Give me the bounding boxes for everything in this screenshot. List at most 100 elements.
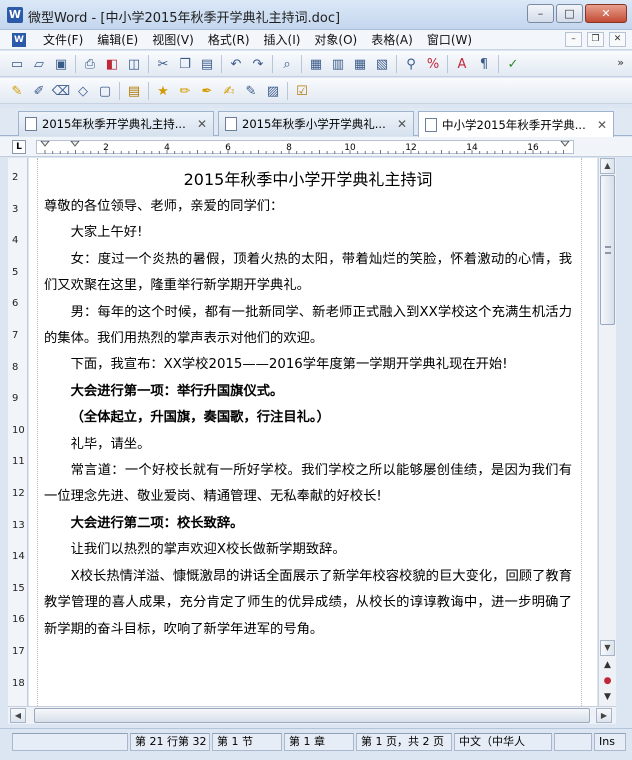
number-button[interactable]: ▦: [305, 54, 327, 74]
previous-page-button[interactable]: ▲: [600, 658, 615, 672]
tab-document-2[interactable]: 2015年秋季小学开学典礼... ✕: [218, 111, 414, 136]
document-page[interactable]: 2015年秋季中小学开学典礼主持词 尊敬的各位领导、老师，亲爱的同学们： 大家上午…: [29, 158, 597, 706]
columns-button[interactable]: ▧: [371, 54, 393, 74]
vertical-ruler-number: 5: [12, 266, 19, 278]
open-icon: ▱: [34, 56, 44, 72]
preview-button[interactable]: ◫: [123, 54, 145, 74]
review-button[interactable]: ☑: [291, 81, 313, 101]
window-title: 微型Word - [中小学2015年秋季开学典礼主持词.doc]: [28, 11, 341, 26]
menu-item-7[interactable]: 窗口(W): [420, 32, 479, 48]
marker-button[interactable]: ✍: [218, 81, 240, 101]
style-button[interactable]: ¶: [473, 54, 495, 74]
spellcheck-icon: ✓: [507, 56, 519, 72]
menu-item-2[interactable]: 视图(V): [145, 32, 201, 48]
horizontal-ruler[interactable]: 2 4 6 8 10 12 14 16: [36, 140, 574, 154]
zoom-button[interactable]: ⚲: [400, 54, 422, 74]
menu-item-3[interactable]: 格式(R): [201, 32, 257, 48]
maximize-button[interactable]: □: [556, 4, 583, 23]
menu-item-6[interactable]: 表格(A): [364, 32, 420, 48]
menu-item-1[interactable]: 编辑(E): [90, 32, 145, 48]
menu-item-0[interactable]: 文件(F): [36, 32, 90, 48]
doc-minimize-button[interactable]: –: [565, 32, 582, 47]
tab-document-1[interactable]: 2015年秋季开学典礼主持... ✕: [18, 111, 214, 136]
horizontal-scroll-thumb[interactable]: [34, 708, 590, 723]
horizontal-scrollbar[interactable]: ◀ ▶: [8, 706, 616, 724]
tab-close-icon[interactable]: ✕: [397, 117, 407, 131]
open-button[interactable]: ▱: [28, 54, 50, 74]
cut-button[interactable]: ✂: [152, 54, 174, 74]
paste-button[interactable]: ▤: [196, 54, 218, 74]
scroll-right-button[interactable]: ▶: [596, 708, 612, 723]
double-down-icon: ▼: [604, 692, 611, 702]
scroll-down-button[interactable]: ▼: [600, 640, 615, 656]
next-page-button[interactable]: ▼: [600, 690, 615, 704]
vertical-ruler[interactable]: 2 3 4 5 6 7 8 9 10 11 12 13 14 15 16 17 18: [8, 158, 28, 706]
document-menu-icon[interactable]: W: [12, 33, 26, 47]
table-icon: ▦: [353, 56, 367, 72]
pdf-button[interactable]: ◧: [101, 54, 123, 74]
tab-stop-selector[interactable]: L: [12, 140, 26, 154]
erase-button[interactable]: ⌫: [50, 81, 72, 101]
spellcheck-button[interactable]: ✓: [502, 54, 524, 74]
word-app-icon[interactable]: W: [7, 7, 23, 23]
copy-button[interactable]: ❐: [174, 54, 196, 74]
percent-button[interactable]: %: [422, 54, 444, 74]
ruler-number: 2: [103, 143, 109, 153]
print-button[interactable]: ⎙: [79, 54, 101, 74]
find-button[interactable]: ⌕: [276, 54, 298, 74]
highlight-button[interactable]: ✎: [6, 81, 28, 101]
scroll-left-button[interactable]: ◀: [10, 708, 26, 723]
document-body[interactable]: 2015年秋季中小学开学典礼主持词 尊敬的各位领导、老师，亲爱的同学们： 大家上午…: [44, 166, 572, 643]
vertical-ruler-number: 4: [12, 235, 19, 247]
menu-item-4[interactable]: 插入(I): [257, 32, 308, 48]
doc-restore-button[interactable]: ❐: [587, 32, 604, 47]
vertical-ruler-number: 15: [12, 582, 25, 594]
heading-paragraph: （全体起立，升国旗，奏国歌，行注目礼。）: [70, 410, 330, 426]
undo-button[interactable]: ↶: [225, 54, 247, 74]
scroll-up-button[interactable]: ▲: [600, 158, 615, 174]
status-cell-0: [12, 733, 128, 751]
left-indent-marker[interactable]: [40, 141, 50, 147]
right-indent-marker[interactable]: [560, 141, 570, 147]
toolbar-overflow-button[interactable]: »: [617, 56, 624, 69]
tab-document-3[interactable]: 中小学2015年秋季开学典... ✕: [418, 111, 614, 137]
close-button[interactable]: ✕: [585, 4, 627, 23]
paragraph: 礼毕，请坐。: [70, 436, 151, 452]
new-button[interactable]: ▭: [6, 54, 28, 74]
arrow-right-icon: ▶: [600, 711, 608, 720]
edit-button[interactable]: ✐: [28, 81, 50, 101]
vertical-scroll-thumb[interactable]: [600, 175, 615, 325]
first-line-indent-marker[interactable]: [70, 141, 80, 147]
font-button[interactable]: A: [451, 54, 473, 74]
highlight-icon: ✎: [11, 83, 23, 99]
document-title: 2015年秋季中小学开学典礼主持词: [183, 170, 433, 189]
vertical-ruler-number: 12: [12, 488, 25, 499]
pen-button[interactable]: ✒: [196, 81, 218, 101]
doc-close-button[interactable]: ✕: [609, 32, 626, 47]
save-button[interactable]: ▣: [50, 54, 72, 74]
brush-button[interactable]: ✎: [240, 81, 262, 101]
redo-button[interactable]: ↷: [247, 54, 269, 74]
insert-field-button[interactable]: ▥: [327, 54, 349, 74]
tab-close-icon[interactable]: ✕: [197, 117, 207, 131]
close-icon: ✕: [601, 7, 611, 20]
toolbar-separator: [498, 55, 499, 73]
star-button[interactable]: ★: [152, 81, 174, 101]
menu-item-5[interactable]: 对象(O): [307, 32, 364, 48]
frame-button[interactable]: ▢: [94, 81, 116, 101]
pencil-button[interactable]: ✏: [174, 81, 196, 101]
note-button[interactable]: ▨: [262, 81, 284, 101]
status-cell-6: [554, 733, 592, 751]
vertical-scrollbar[interactable]: ▲ ▼ ▲ ● ▼: [598, 158, 616, 706]
paragraph: 大家上午好!: [70, 225, 143, 241]
clipboard-button[interactable]: ▤: [123, 81, 145, 101]
table-button[interactable]: ▦: [349, 54, 371, 74]
erase-icon: ⌫: [51, 83, 71, 99]
tab-close-icon[interactable]: ✕: [597, 118, 607, 132]
restore-icon: ❐: [591, 34, 600, 44]
style-icon: ¶: [479, 56, 489, 72]
minimize-button[interactable]: –: [527, 4, 554, 23]
browse-object-button[interactable]: ●: [600, 674, 615, 688]
star-icon: ★: [157, 83, 169, 99]
shape-button[interactable]: ◇: [72, 81, 94, 101]
